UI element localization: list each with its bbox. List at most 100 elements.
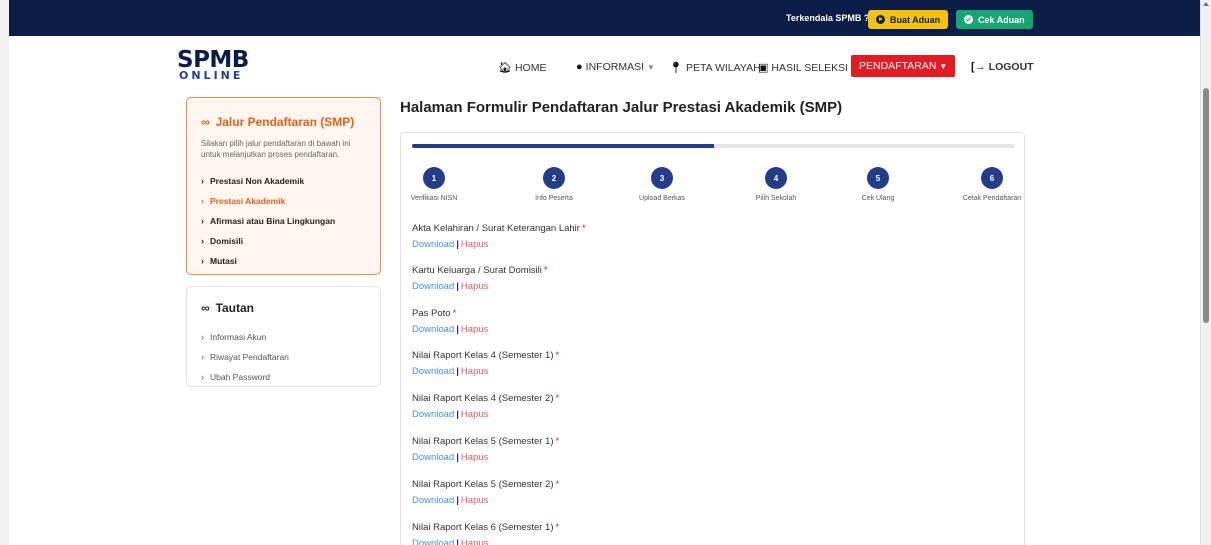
required-mark: * — [555, 522, 560, 533]
document-actions: Download | Hapus — [412, 281, 548, 295]
download-link[interactable]: Download — [412, 538, 454, 545]
chevron-right-icon: › — [201, 236, 204, 246]
hapus-link[interactable]: Hapus — [461, 366, 488, 377]
document-title: Nilai Raport Kelas 5 (Semester 2) * — [412, 479, 559, 493]
document-title-text: Nilai Raport Kelas 4 (Semester 2) — [412, 393, 554, 404]
logout-icon: [→ — [971, 61, 986, 73]
download-link[interactable]: Download — [412, 495, 454, 506]
nav-peta-label: PETA WILAYAH — [685, 61, 761, 74]
step-number: 3 — [651, 167, 673, 189]
step-cetak-pendaftaran: 6 Cetak Pendaftaran — [952, 167, 1032, 202]
cek-aduan-button[interactable]: Cek Aduan — [956, 10, 1033, 29]
required-mark: * — [555, 350, 560, 361]
jalur-card-title: ∞ Jalur Pendaftaran (SMP) — [201, 115, 354, 129]
jalur-item-label: Domisili — [210, 236, 244, 246]
document-actions: Download | Hapus — [412, 324, 488, 338]
tautan-item-label: Ubah Password — [210, 372, 271, 382]
document-actions: Download | Hapus — [412, 366, 559, 380]
info-icon: ● — [576, 61, 583, 73]
hapus-link[interactable]: Hapus — [461, 452, 488, 463]
separator: | — [456, 452, 459, 463]
jalur-item-afirmasi[interactable]: › Afirmasi atau Bina Lingkungan — [201, 211, 335, 231]
step-label: Info Peserta — [535, 195, 573, 202]
document-title: Nilai Raport Kelas 5 (Semester 1) * — [412, 436, 559, 450]
document-title-text: Nilai Raport Kelas 6 (Semester 1) — [412, 522, 554, 533]
hapus-link[interactable]: Hapus — [461, 281, 488, 292]
nav-home[interactable]: 🏠︎ HOME — [498, 61, 546, 75]
scroll-up-arrow-icon[interactable] — [1203, 2, 1209, 6]
nav-hasil-seleksi[interactable]: ▣ HASIL SELEKSI ▼ — [758, 61, 859, 75]
cek-aduan-label: Cek Aduan — [978, 14, 1025, 25]
step-number: 6 — [981, 167, 1003, 189]
buat-aduan-label: Buat Aduan — [890, 14, 941, 25]
document-raport-5-1: Nilai Raport Kelas 5 (Semester 1) * Downl… — [412, 436, 559, 466]
download-link[interactable]: Download — [412, 324, 454, 335]
document-title: Akta Kelahiran / Surat Keterangan Lahir * — [412, 223, 586, 237]
hapus-link[interactable]: Hapus — [461, 324, 488, 335]
chevron-down-icon: ▼ — [939, 61, 948, 71]
buat-aduan-button[interactable]: Buat Aduan — [868, 10, 949, 29]
page-title: Halaman Formulir Pendaftaran Jalur Prest… — [400, 99, 843, 116]
link-icon: ∞ — [201, 115, 210, 129]
tautan-item-ubah-password[interactable]: › Ubah Password — [201, 367, 289, 387]
nav-informasi[interactable]: ● INFORMASI ▼ — [576, 61, 655, 73]
step-number: 5 — [867, 167, 889, 189]
chevron-right-icon: › — [201, 176, 204, 186]
jalur-title-text: Jalur Pendaftaran (SMP) — [215, 115, 355, 129]
hapus-link[interactable]: Hapus — [461, 239, 488, 250]
nav-pendaftaran[interactable]: PENDAFTARAN ▼ — [851, 55, 956, 77]
scrollbar-thumb[interactable] — [1203, 88, 1209, 323]
document-raport-6-1: Nilai Raport Kelas 6 (Semester 1) * Downl… — [412, 522, 559, 545]
download-link[interactable]: Download — [412, 452, 454, 463]
document-actions: Download | Hapus — [412, 239, 586, 253]
nav-logout[interactable]: [→ LOGOUT — [971, 61, 1034, 73]
help-text: Terkendala SPMB ? — [786, 13, 870, 23]
separator: | — [456, 366, 459, 377]
building-icon: ▣ — [758, 62, 769, 74]
chevron-right-icon: › — [201, 372, 204, 382]
tautan-card-title: ∞ Tautan — [201, 301, 254, 315]
hapus-link[interactable]: Hapus — [461, 409, 488, 420]
required-mark: * — [555, 436, 560, 447]
tautan-item-informasi-akun[interactable]: › Informasi Akun — [201, 327, 289, 347]
form-card: 1 Verifikasi NISN 2 Info Peserta 3 Uploa… — [400, 132, 1025, 545]
download-link[interactable]: Download — [412, 281, 454, 292]
step-label: Upload Berkas — [639, 195, 685, 202]
document-title-text: Pas Poto — [412, 308, 451, 319]
hapus-link[interactable]: Hapus — [461, 495, 488, 506]
download-link[interactable]: Download — [412, 409, 454, 420]
jalur-item-label: Prestasi Akademik — [210, 196, 286, 206]
step-label: Verifikasi NISN — [410, 195, 458, 202]
jalur-item-prestasi-non-akademik[interactable]: › Prestasi Non Akademik — [201, 171, 335, 191]
play-circle-icon — [876, 15, 885, 24]
tautan-item-label: Riwayat Pendaftaran — [210, 352, 289, 362]
chevron-right-icon: › — [201, 332, 204, 342]
chevron-right-icon: › — [201, 256, 204, 266]
progress-bar — [412, 144, 1015, 148]
download-link[interactable]: Download — [412, 239, 454, 250]
jalur-pendaftaran-card: ∞ Jalur Pendaftaran (SMP) Silakan pilih … — [186, 97, 381, 275]
step-number: 1 — [423, 167, 445, 189]
jalur-item-prestasi-akademik[interactable]: › Prestasi Akademik — [201, 191, 335, 211]
nav-peta-wilayah[interactable]: 📍︎ PETA WILAYAH — [669, 61, 761, 75]
document-title: Pas Poto * — [412, 308, 488, 322]
jalur-item-label: Afirmasi atau Bina Lingkungan — [210, 216, 336, 226]
tautan-item-riwayat-pendaftaran[interactable]: › Riwayat Pendaftaran — [201, 347, 289, 367]
document-title: Nilai Raport Kelas 6 (Semester 1) * — [412, 522, 559, 536]
jalur-item-domisili[interactable]: › Domisili — [201, 231, 335, 251]
document-actions: Download | Hapus — [412, 538, 559, 545]
scrollbar[interactable] — [1200, 0, 1211, 545]
document-actions: Download | Hapus — [412, 495, 559, 509]
logo[interactable]: SPMB ONLINE — [177, 49, 249, 82]
step-cek-ulang: 5 Cek Ulang — [838, 167, 918, 202]
document-title-text: Nilai Raport Kelas 5 (Semester 2) — [412, 479, 554, 490]
hapus-link[interactable]: Hapus — [461, 538, 488, 545]
document-kartu-keluarga: Kartu Keluarga / Surat Domisili * Downloa… — [412, 265, 548, 295]
nav-pendaftaran-label: PENDAFTARAN — [859, 60, 937, 72]
required-mark: * — [452, 308, 457, 319]
download-link[interactable]: Download — [412, 366, 454, 377]
required-mark: * — [581, 223, 586, 234]
tautan-list: › Informasi Akun › Riwayat Pendaftaran › Ub… — [201, 327, 289, 387]
jalur-item-mutasi[interactable]: › Mutasi — [201, 251, 335, 271]
document-title-text: Nilai Raport Kelas 5 (Semester 1) — [412, 436, 554, 447]
